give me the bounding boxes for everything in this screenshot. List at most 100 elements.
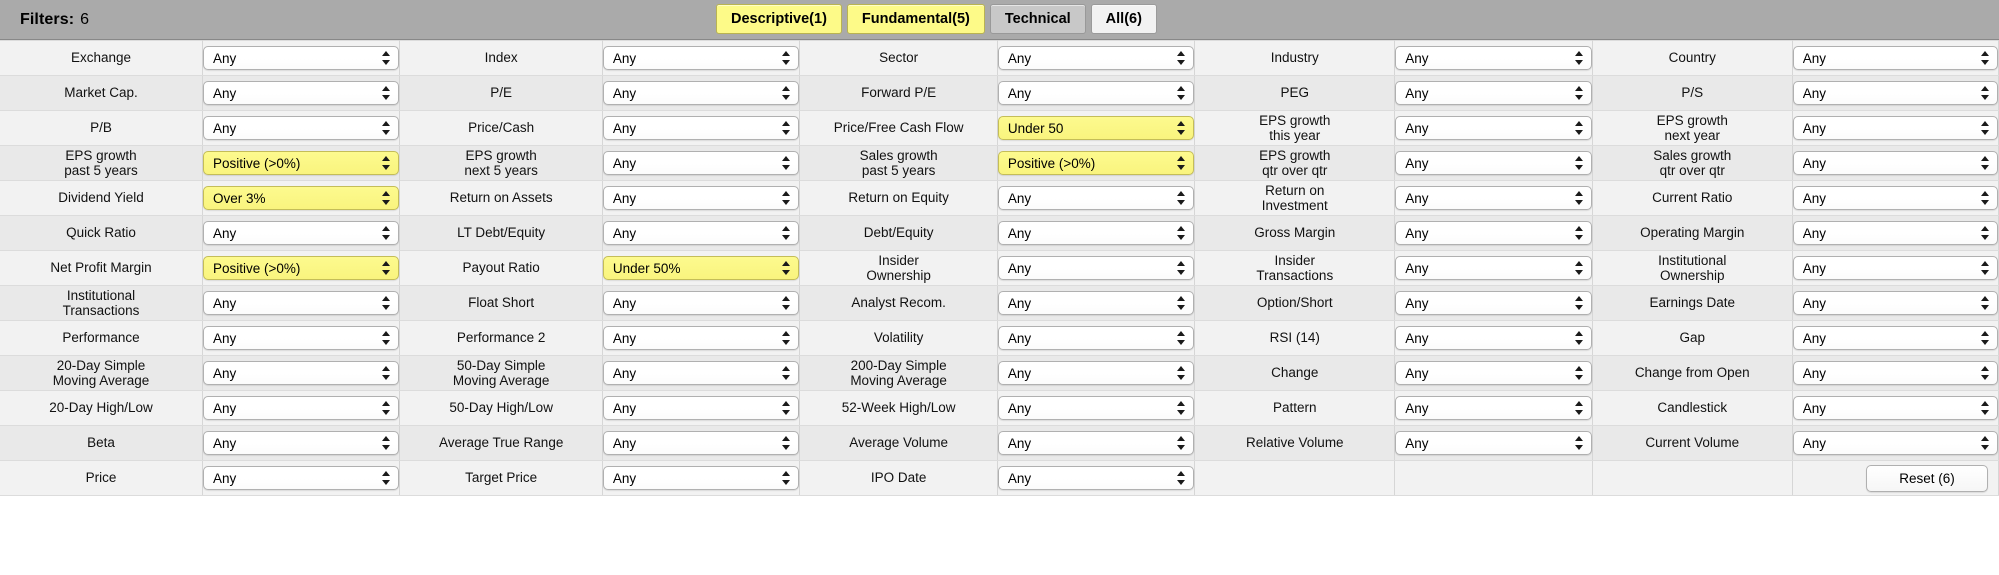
chevron-updown-icon [1574, 50, 1584, 66]
filter-select-rsi-14[interactable]: Any [1395, 326, 1592, 350]
filter-select-ipo-date[interactable]: Any [997, 466, 1195, 490]
tab-label: Descriptive(1) [731, 11, 827, 27]
filter-select-eps-growth-next-year[interactable]: Any [1792, 116, 1998, 140]
filter-label-average-true-range: Average True Range [399, 425, 603, 461]
tab-label: Fundamental(5) [861, 11, 970, 27]
filter-value-cell-p-e: Any [602, 75, 801, 111]
filter-select-value: Any [1802, 260, 1826, 276]
filter-select-institutional-transactions[interactable]: Any [202, 291, 400, 315]
filter-select-candlestick[interactable]: Any [1792, 396, 1998, 420]
filter-select-exchange[interactable]: Any [202, 46, 400, 70]
filter-select-average-volume[interactable]: Any [997, 431, 1195, 455]
filter-select-eps-growth-qtr-over-qtr[interactable]: Any [1395, 151, 1592, 175]
chevron-updown-icon [1177, 225, 1186, 241]
filter-select-value: Any [1802, 435, 1826, 451]
filter-row: Performance Any Performance 2 Any Volatility… [0, 320, 1999, 356]
filter-select-institutional-ownership[interactable]: Any [1792, 256, 1998, 280]
filter-select-value: Any [1405, 295, 1429, 311]
filter-select-return-on-investment[interactable]: Any [1395, 186, 1592, 210]
filter-select-price-cash[interactable]: Any [602, 116, 800, 140]
filter-select-200-day-simple-moving-average[interactable]: Any [997, 361, 1195, 385]
filter-select-gap[interactable]: Any [1792, 326, 1998, 350]
filter-select-target-price[interactable]: Any [602, 466, 800, 490]
filter-select-eps-growth-this-year[interactable]: Any [1395, 116, 1592, 140]
filter-select-market-cap[interactable]: Any [202, 81, 400, 105]
filter-select-net-profit-margin[interactable]: Positive (>0%) [202, 256, 400, 280]
filter-select-p-b[interactable]: Any [202, 116, 400, 140]
filter-select-performance-2[interactable]: Any [602, 326, 800, 350]
filter-select-forward-p-e[interactable]: Any [997, 81, 1195, 105]
filter-select-index[interactable]: Any [602, 46, 800, 70]
filter-select-20-day-simple-moving-average[interactable]: Any [202, 361, 400, 385]
filter-select-performance[interactable]: Any [202, 326, 400, 350]
filter-select-float-short[interactable]: Any [602, 291, 800, 315]
filter-select-current-volume[interactable]: Any [1792, 431, 1998, 455]
filter-select-value: Any [212, 225, 237, 241]
filter-select-change[interactable]: Any [1395, 361, 1592, 385]
tab-technical[interactable]: Technical [989, 4, 1086, 34]
filter-select-change-from-open[interactable]: Any [1792, 361, 1998, 385]
chevron-updown-icon [1574, 435, 1584, 451]
tab-all-6[interactable]: All(6) [1090, 4, 1157, 34]
filter-select-earnings-date[interactable]: Any [1792, 291, 1998, 315]
filter-row: Beta Any Average True Range Any Average Volu… [0, 425, 1999, 461]
chevron-updown-icon [782, 120, 791, 136]
filter-select-sales-growth-past-5-years[interactable]: Positive (>0%) [997, 151, 1195, 175]
chevron-updown-icon [782, 365, 791, 381]
filter-select-52-week-high-low[interactable]: Any [997, 396, 1195, 420]
filter-select-value: Any [1802, 330, 1826, 346]
filter-select-volatility[interactable]: Any [997, 326, 1195, 350]
chevron-updown-icon [1574, 295, 1584, 311]
filter-label-institutional-ownership: Institutional Ownership [1592, 250, 1793, 286]
filter-select-country[interactable]: Any [1792, 46, 1998, 70]
chevron-updown-icon [1177, 50, 1186, 66]
filter-select-payout-ratio[interactable]: Under 50% [602, 256, 800, 280]
tab-fundamental-5[interactable]: Fundamental(5) [846, 4, 985, 34]
filter-select-value: Any [1405, 225, 1429, 241]
filter-select-sector[interactable]: Any [997, 46, 1195, 70]
filter-select-relative-volume[interactable]: Any [1395, 431, 1592, 455]
filter-select-industry[interactable]: Any [1395, 46, 1592, 70]
filter-select-current-ratio[interactable]: Any [1792, 186, 1998, 210]
chevron-updown-icon [1981, 365, 1990, 381]
filter-select-return-on-assets[interactable]: Any [602, 186, 800, 210]
chevron-updown-icon [782, 155, 791, 171]
filter-label-empty [1592, 460, 1793, 496]
filter-select-peg[interactable]: Any [1395, 81, 1592, 105]
filter-select-dividend-yield[interactable]: Over 3% [202, 186, 400, 210]
tab-descriptive-1[interactable]: Descriptive(1) [716, 4, 842, 34]
filter-select-lt-debt-equity[interactable]: Any [602, 221, 800, 245]
filter-label-rsi-14: RSI (14) [1194, 320, 1396, 356]
filter-select-insider-transactions[interactable]: Any [1395, 256, 1592, 280]
filter-select-analyst-recom[interactable]: Any [997, 291, 1195, 315]
filter-value-cell-eps-growth-past-5-years: Positive (>0%) [202, 145, 401, 181]
filter-select-return-on-equity[interactable]: Any [997, 186, 1195, 210]
filter-label-gap: Gap [1592, 320, 1793, 356]
filter-select-50-day-high-low[interactable]: Any [602, 396, 800, 420]
filter-select-price-free-cash-flow[interactable]: Under 50 [997, 116, 1195, 140]
filter-select-50-day-simple-moving-average[interactable]: Any [602, 361, 800, 385]
filter-select-p-s[interactable]: Any [1792, 81, 1998, 105]
filter-select-price[interactable]: Any [202, 466, 400, 490]
filter-select-20-day-high-low[interactable]: Any [202, 396, 400, 420]
filter-select-quick-ratio[interactable]: Any [202, 221, 400, 245]
filter-select-average-true-range[interactable]: Any [602, 431, 800, 455]
chevron-updown-icon [382, 85, 391, 101]
filter-row: Net Profit Margin Positive (>0%) Payout Ra… [0, 250, 1999, 286]
filter-select-value: Under 50% [612, 260, 681, 276]
filter-select-value: Any [212, 85, 237, 101]
filter-select-gross-margin[interactable]: Any [1395, 221, 1592, 245]
filter-select-pattern[interactable]: Any [1395, 396, 1592, 420]
filter-select-p-e[interactable]: Any [602, 81, 800, 105]
filter-select-insider-ownership[interactable]: Any [997, 256, 1195, 280]
filter-select-beta[interactable]: Any [202, 431, 400, 455]
filter-select-debt-equity[interactable]: Any [997, 221, 1195, 245]
filter-value-cell-option-short: Any [1394, 285, 1593, 321]
filter-select-eps-growth-past-5-years[interactable]: Positive (>0%) [202, 151, 400, 175]
filter-select-eps-growth-next-5-years[interactable]: Any [602, 151, 800, 175]
reset-button[interactable]: Reset (6) [1866, 464, 1988, 492]
filter-category-tabs: Descriptive(1) Fundamental(5) Technical All… [716, 4, 1157, 34]
filter-select-option-short[interactable]: Any [1395, 291, 1592, 315]
filter-select-operating-margin[interactable]: Any [1792, 221, 1998, 245]
filter-select-sales-growth-qtr-over-qtr[interactable]: Any [1792, 151, 1998, 175]
